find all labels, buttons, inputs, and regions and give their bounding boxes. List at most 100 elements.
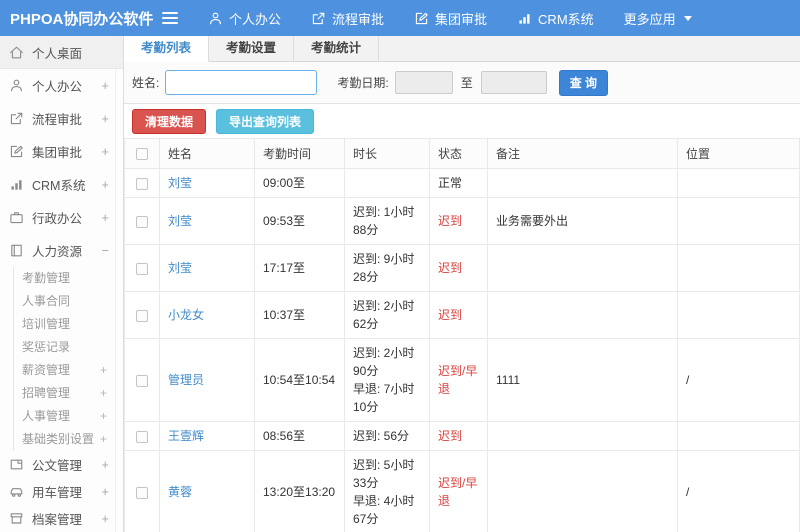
tab-bar: 考勤列表 考勤设置 考勤统计 [124, 36, 800, 62]
duration-cell: 迟到: 2小时62分 [344, 291, 430, 339]
topnav-item-5[interactable]: 更多应用 [624, 9, 692, 28]
status-cell: 迟到 [429, 421, 488, 451]
employee-name-link[interactable]: 刘莹 [168, 176, 192, 190]
select-all-checkbox[interactable] [136, 148, 148, 161]
table-row: 黄蓉 13:20至13:20 迟到: 5小时33分 早退: 4小时67分 迟到/早退 / [124, 450, 800, 532]
sidebar-subitem-1[interactable]: 考勤管理 [14, 267, 123, 290]
top-nav-menu: 个人办公 流程审批 集团审批 CRM系统 更多应用 [208, 9, 692, 28]
duration-cell: 迟到: 56分 [344, 421, 430, 451]
date-from-input[interactable] [394, 71, 453, 94]
row-checkbox[interactable] [136, 374, 148, 387]
topnav-item-2[interactable]: 流程审批 [311, 9, 384, 28]
sidebar-item-label: 人力资源 [32, 245, 83, 259]
topnav-item-3[interactable]: 集团审批 [414, 9, 487, 28]
sidebar-item-5[interactable]: CRM系统 + [0, 168, 123, 201]
expand-plus-icon[interactable]: + [101, 144, 109, 159]
row-checkbox[interactable] [136, 215, 148, 228]
topnav-item-1[interactable]: 个人办公 [208, 9, 281, 28]
topnav-item-4[interactable]: CRM系统 [517, 9, 594, 28]
sidebar-item-3[interactable]: 流程审批 + [0, 102, 123, 135]
column-header: 考勤时间 [254, 138, 345, 169]
sidebar-subitem-6[interactable]: 招聘管理 + [14, 382, 123, 405]
sidebar-item-4[interactable]: 集团审批 + [0, 135, 123, 168]
table-row: 管理员 10:54至10:54 迟到: 2小时90分 早退: 7小时10分 迟到/早退… [124, 338, 800, 422]
employee-name-link[interactable]: 小龙女 [168, 308, 204, 322]
time-cell: 10:37至 [254, 291, 345, 339]
sidebar-subitem-2[interactable]: 人事合同 [14, 290, 123, 313]
sidebar-item-6[interactable]: 行政办公 + [0, 201, 123, 234]
sidebar-item-8[interactable]: 公文管理 + [0, 451, 123, 478]
expand-plus-icon[interactable]: + [101, 111, 109, 126]
expand-plus-icon[interactable]: + [101, 511, 109, 526]
sidebar-subitem-7[interactable]: 人事管理 + [14, 405, 123, 428]
note-cell [487, 421, 678, 451]
column-header: 时长 [344, 138, 430, 169]
sidebar-item-label: 公文管理 [32, 459, 83, 473]
sidebar-item-label: 集团审批 [32, 146, 83, 160]
row-checkbox[interactable] [136, 262, 148, 275]
clean-data-button[interactable]: 清理数据 [132, 109, 207, 134]
sidebar-item-9[interactable]: 用车管理 + [0, 478, 123, 505]
expand-plus-icon[interactable]: + [101, 484, 109, 499]
sidebar-submenu: 考勤管理 人事合同培训管理奖惩记录 薪资管理 + 招聘管理 + 人事管理 + 基础类别设置 + [13, 267, 123, 451]
note-cell: 业务需要外出 [487, 197, 678, 245]
expand-plus-icon[interactable]: + [100, 382, 107, 405]
sidebar-subitem-5[interactable]: 薪资管理 + [14, 359, 123, 382]
employee-name-link[interactable]: 管理员 [168, 373, 204, 387]
name-filter-label: 姓名: [132, 76, 160, 90]
sidebar-subitem-4[interactable]: 奖惩记录 [14, 336, 123, 359]
name-cell: 刘莹 [159, 197, 255, 245]
home-icon [9, 45, 25, 60]
sidebar-item-label: 个人办公 [32, 80, 83, 94]
tab-2[interactable]: 考勤设置 [209, 36, 295, 61]
sidebar-subitem-label: 培训管理 [22, 317, 71, 331]
status-cell: 迟到 [429, 244, 488, 292]
expand-plus-icon[interactable]: + [100, 428, 107, 451]
employee-name-link[interactable]: 刘莹 [168, 214, 192, 228]
share-icon [311, 11, 326, 26]
sidebar-item-1[interactable]: 个人桌面 [0, 36, 123, 69]
sidebar-item-2[interactable]: 个人办公 + [0, 69, 123, 102]
row-checkbox[interactable] [136, 177, 148, 190]
app-logo: PHPOA协同办公软件 [10, 10, 154, 28]
tab-3[interactable]: 考勤统计 [294, 36, 380, 61]
table-row: 小龙女 10:37至 迟到: 2小时62分 迟到 [124, 291, 800, 339]
car-icon [9, 484, 25, 499]
topnav-item-label: CRM系统 [538, 11, 594, 27]
location-cell [677, 168, 800, 198]
sidebar-item-label: 行政办公 [32, 212, 83, 226]
expand-plus-icon[interactable]: + [101, 210, 109, 225]
export-list-button[interactable]: 导出查询列表 [216, 109, 315, 134]
person-icon [9, 78, 25, 93]
edit-icon [414, 11, 429, 26]
status-cell: 迟到 [429, 291, 488, 339]
duration-cell: 迟到: 1小时88分 [344, 197, 430, 245]
date-to-input[interactable] [480, 71, 547, 94]
employee-name-link[interactable]: 王壹辉 [168, 429, 204, 443]
table-row: 刘莹 09:53至 迟到: 1小时88分 迟到 业务需要外出 [124, 197, 800, 245]
expand-plus-icon[interactable]: + [101, 177, 109, 192]
sidebar-item-10[interactable]: 档案管理 + [0, 505, 123, 532]
menu-icon[interactable] [162, 12, 178, 24]
expand-plus-icon[interactable]: + [100, 359, 107, 382]
sidebar-subitem-8[interactable]: 基础类别设置 + [14, 428, 123, 451]
row-checkbox[interactable] [136, 486, 148, 499]
search-button[interactable]: 查 询 [558, 69, 609, 96]
share-icon [9, 111, 25, 126]
expand-plus-icon[interactable]: + [101, 457, 109, 472]
sidebar-subitem-3[interactable]: 培训管理 [14, 313, 123, 336]
table-header-row: 姓名 考勤时间 时长 状态 备注 位置 [124, 138, 800, 169]
employee-name-link[interactable]: 黄蓉 [168, 485, 192, 499]
collapse-minus-icon[interactable]: − [101, 243, 109, 258]
expand-plus-icon[interactable]: + [101, 78, 109, 93]
tab-1[interactable]: 考勤列表 [124, 36, 210, 62]
column-header: 位置 [677, 138, 800, 169]
row-checkbox[interactable] [136, 430, 148, 443]
name-input[interactable] [165, 70, 318, 95]
sidebar: 个人桌面 个人办公 + 流程审批 + 集团审批 + CRM系统 + 行政办公 + 人力资源 − 考勤管理人… [0, 36, 124, 532]
sidebar-item-7[interactable]: 人力资源 − [0, 234, 123, 267]
expand-plus-icon[interactable]: + [100, 405, 107, 428]
row-checkbox[interactable] [136, 309, 148, 322]
duration-cell: 迟到: 5小时33分 早退: 4小时67分 [344, 450, 430, 532]
employee-name-link[interactable]: 刘莹 [168, 261, 192, 275]
